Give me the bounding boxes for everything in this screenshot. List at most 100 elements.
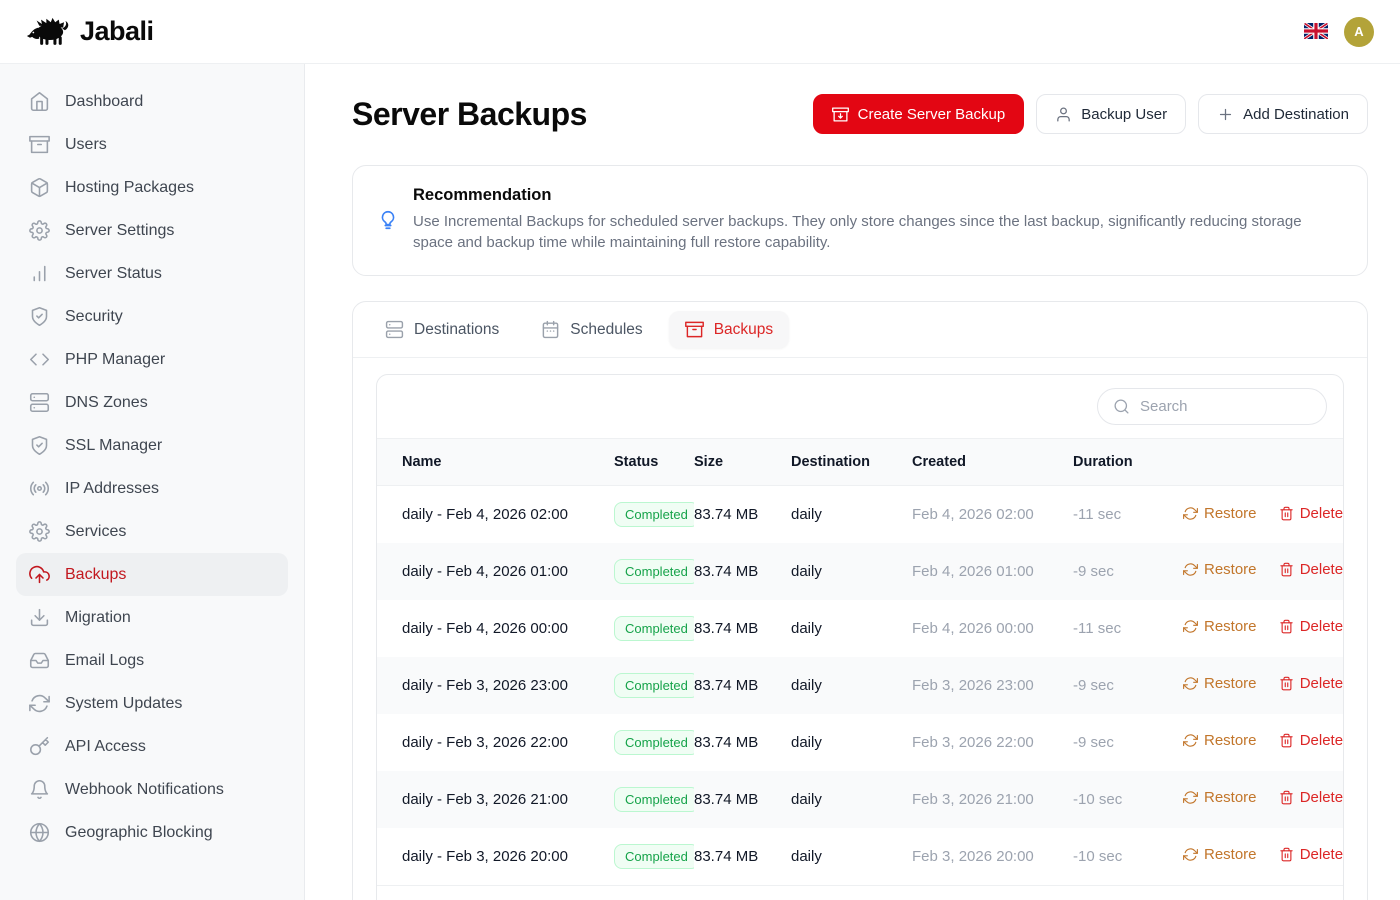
cell-destination: daily xyxy=(791,600,912,657)
cell-name: daily - Feb 4, 2026 00:00 xyxy=(377,600,614,657)
sidebar-item-server-settings[interactable]: Server Settings xyxy=(16,209,288,252)
download-icon xyxy=(29,607,50,628)
sidebar-item-security[interactable]: Security xyxy=(16,295,288,338)
sidebar-item-users[interactable]: Users xyxy=(16,123,288,166)
table-header: NameStatusSizeDestinationCreatedDuration xyxy=(377,439,1343,486)
trash-icon xyxy=(1279,562,1294,577)
restore-button[interactable]: Restore xyxy=(1183,561,1257,578)
brand-name: Jabali xyxy=(80,16,154,47)
restore-button[interactable]: Restore xyxy=(1183,505,1257,522)
restore-button[interactable]: Restore xyxy=(1183,732,1257,749)
app-logo[interactable]: Jabali xyxy=(26,16,154,48)
delete-button[interactable]: Delete xyxy=(1279,675,1343,692)
tab-backups[interactable]: Backups xyxy=(669,311,789,348)
cell-status: Completed xyxy=(614,486,694,543)
sidebar-item-server-status[interactable]: Server Status xyxy=(16,252,288,295)
search-box xyxy=(1097,388,1327,425)
sidebar-item-label: Server Status xyxy=(65,265,162,283)
delete-button[interactable]: Delete xyxy=(1279,789,1343,806)
delete-button[interactable]: Delete xyxy=(1279,618,1343,635)
sidebar-item-api-access[interactable]: API Access xyxy=(16,725,288,768)
search-row xyxy=(377,375,1343,438)
sidebar-item-services[interactable]: Services xyxy=(16,510,288,553)
cell-duration: -11 sec xyxy=(1073,486,1183,543)
key-icon xyxy=(29,736,50,757)
plus-icon xyxy=(1217,106,1234,123)
delete-button[interactable]: Delete xyxy=(1279,732,1343,749)
archive-icon xyxy=(29,134,50,155)
backups-table: NameStatusSizeDestinationCreatedDuration… xyxy=(377,438,1343,885)
sidebar-item-system-updates[interactable]: System Updates xyxy=(16,682,288,725)
sidebar-item-label: Security xyxy=(65,308,123,326)
avatar[interactable]: A xyxy=(1344,17,1374,47)
button-label: Create Server Backup xyxy=(858,106,1006,123)
cell-created: Feb 3, 2026 20:00 xyxy=(912,828,1073,885)
sidebar-item-ip-addresses[interactable]: IP Addresses xyxy=(16,467,288,510)
sidebar-item-email-logs[interactable]: Email Logs xyxy=(16,639,288,682)
cell-duration: -11 sec xyxy=(1073,600,1183,657)
backup-user-button[interactable]: Backup User xyxy=(1036,94,1186,134)
table-row: daily - Feb 3, 2026 20:00 Completed 83.7… xyxy=(377,828,1343,885)
trash-icon xyxy=(1279,847,1294,862)
uk-flag-icon[interactable] xyxy=(1304,23,1328,40)
cell-status: Completed xyxy=(614,600,694,657)
restore-icon xyxy=(1183,506,1198,521)
refresh-icon xyxy=(29,693,50,714)
sidebar-item-geographic-blocking[interactable]: Geographic Blocking xyxy=(16,811,288,854)
cell-name: daily - Feb 4, 2026 01:00 xyxy=(377,543,614,600)
sidebar-item-migration[interactable]: Migration xyxy=(16,596,288,639)
sidebar-item-webhook-notifications[interactable]: Webhook Notifications xyxy=(16,768,288,811)
sidebar-item-ssl-manager[interactable]: SSL Manager xyxy=(16,424,288,467)
cell-destination: daily xyxy=(791,657,912,714)
restore-icon xyxy=(1183,790,1198,805)
sidebar-item-backups[interactable]: Backups xyxy=(16,553,288,596)
cell-actions: Restore Delete xyxy=(1183,543,1343,600)
search-input[interactable] xyxy=(1140,398,1311,415)
cell-actions: Restore Delete xyxy=(1183,600,1343,657)
sidebar-item-dns-zones[interactable]: DNS Zones xyxy=(16,381,288,424)
delete-button[interactable]: Delete xyxy=(1279,561,1343,578)
sidebar-item-hosting-packages[interactable]: Hosting Packages xyxy=(16,166,288,209)
globe-icon xyxy=(29,822,50,843)
tab-destinations[interactable]: Destinations xyxy=(369,311,515,348)
recommendation-title: Recommendation xyxy=(413,186,1339,205)
add-destination-button[interactable]: Add Destination xyxy=(1198,94,1368,134)
page-header: Server Backups Create Server Backup Back… xyxy=(352,94,1368,134)
restore-button[interactable]: Restore xyxy=(1183,675,1257,692)
trash-icon xyxy=(1279,619,1294,634)
sidebar-item-label: Geographic Blocking xyxy=(65,824,213,842)
restore-button[interactable]: Restore xyxy=(1183,846,1257,863)
delete-button[interactable]: Delete xyxy=(1279,505,1343,522)
sidebar-item-label: Server Settings xyxy=(65,222,174,240)
restore-button[interactable]: Restore xyxy=(1183,618,1257,635)
settings-icon xyxy=(29,220,50,241)
cell-status: Completed xyxy=(614,828,694,885)
cloud-upload-icon xyxy=(29,564,50,585)
sidebar-item-php-manager[interactable]: PHP Manager xyxy=(16,338,288,381)
header-actions: Create Server Backup Backup User Add Des… xyxy=(813,94,1368,134)
cell-size: 83.74 MB xyxy=(694,714,791,771)
table-row: daily - Feb 4, 2026 02:00 Completed 83.7… xyxy=(377,486,1343,543)
sidebar-item-label: DNS Zones xyxy=(65,394,148,412)
cell-status: Completed xyxy=(614,657,694,714)
cell-actions: Restore Delete xyxy=(1183,828,1343,885)
tab-label: Schedules xyxy=(570,321,642,339)
delete-button[interactable]: Delete xyxy=(1279,846,1343,863)
sidebar-item-label: API Access xyxy=(65,738,146,756)
sidebar-item-dashboard[interactable]: Dashboard xyxy=(16,80,288,123)
trash-icon xyxy=(1279,506,1294,521)
sidebar: Dashboard Users Hosting Packages Server … xyxy=(0,64,305,900)
column-header-name: Name xyxy=(377,439,614,486)
lightbulb-icon xyxy=(377,209,399,231)
tab-schedules[interactable]: Schedules xyxy=(525,311,658,348)
cell-size: 83.74 MB xyxy=(694,486,791,543)
column-header-duration: Duration xyxy=(1073,439,1183,486)
create-server-backup-button[interactable]: Create Server Backup xyxy=(813,94,1025,134)
sidebar-item-label: Webhook Notifications xyxy=(65,781,224,799)
column-header-actions xyxy=(1183,439,1343,486)
recommendation-text: Recommendation Use Incremental Backups f… xyxy=(413,186,1339,253)
restore-button[interactable]: Restore xyxy=(1183,789,1257,806)
shield-check-icon xyxy=(29,435,50,456)
cell-status: Completed xyxy=(614,714,694,771)
cell-name: daily - Feb 3, 2026 20:00 xyxy=(377,828,614,885)
